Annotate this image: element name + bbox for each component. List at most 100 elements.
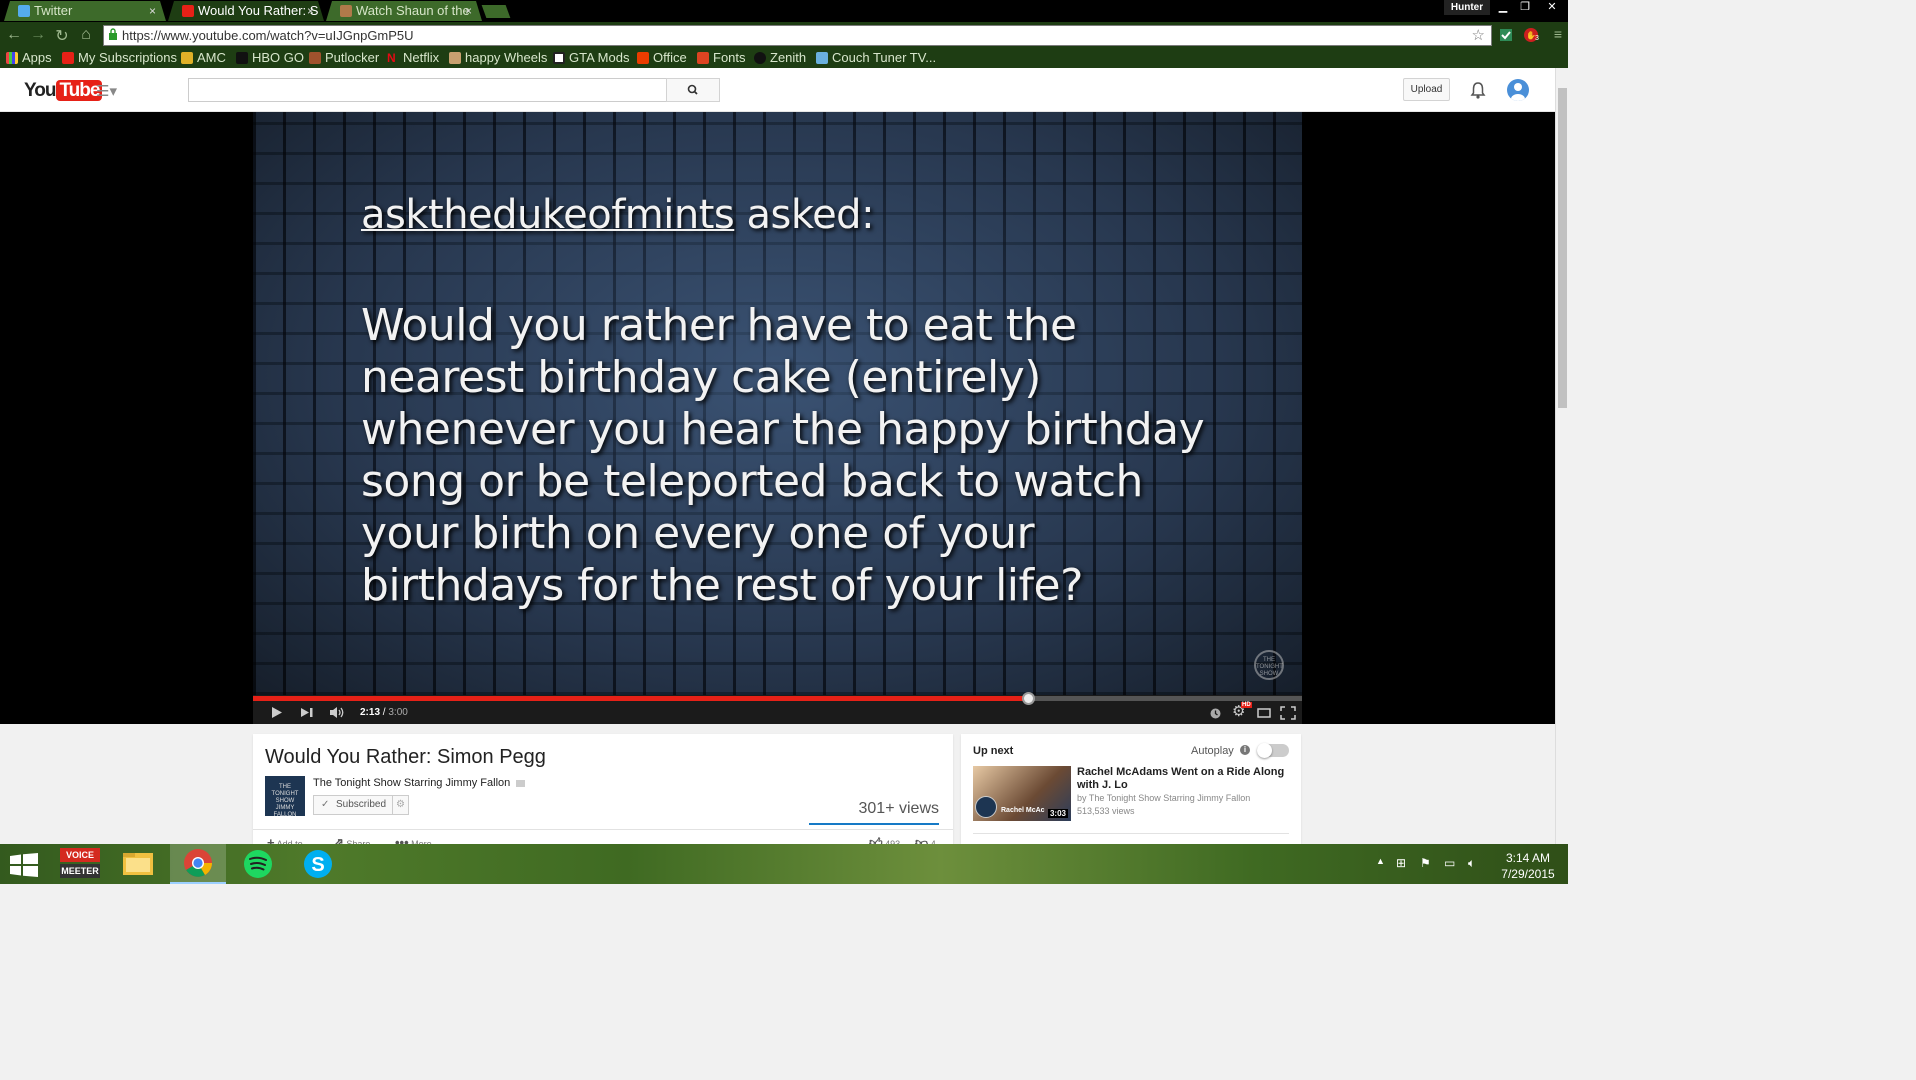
action-center-icon[interactable]: ⚑ — [1420, 856, 1431, 870]
tab-twitter[interactable]: Twitter × — [4, 1, 166, 21]
upload-button[interactable]: Upload — [1403, 78, 1450, 101]
amc-icon — [181, 52, 193, 64]
toggle-knob — [1257, 743, 1272, 758]
subscription-settings-icon[interactable]: ⚙ — [392, 796, 408, 814]
divider — [973, 833, 1289, 834]
tab-shaun[interactable]: Watch Shaun of the × — [326, 1, 482, 21]
youtube-icon — [182, 5, 194, 17]
scrubber-handle[interactable] — [1022, 692, 1036, 705]
tab-label: Watch Shaun of the — [356, 3, 470, 18]
menu-icon[interactable]: ≡ — [1548, 26, 1568, 42]
channel-name[interactable]: The Tonight Show Starring Jimmy Fallon — [313, 777, 526, 789]
volume-icon[interactable] — [329, 706, 346, 719]
bookmark-fonts[interactable]: Fonts — [697, 49, 746, 66]
extension-icon[interactable] — [1498, 27, 1514, 43]
address-bar[interactable]: https://www.youtube.com/watch?v=uIJGnpGm… — [103, 25, 1492, 46]
windows-icon[interactable]: ⊞ — [1396, 856, 1406, 870]
autoplay-toggle[interactable] — [1257, 743, 1289, 758]
info-icon[interactable]: i — [1240, 745, 1250, 755]
zenith-icon — [754, 52, 766, 64]
subscribed-button[interactable]: ✓ Subscribed ⚙ — [313, 795, 409, 815]
video-title: Would You Rather: Simon Pegg — [265, 746, 546, 768]
recommended-video-views: 513,533 views — [1077, 806, 1135, 816]
search-button[interactable] — [666, 78, 720, 102]
page-scrollbar[interactable] — [1555, 68, 1568, 844]
forward-icon[interactable]: → — [28, 26, 48, 44]
adblock-icon[interactable]: ✋ 3 — [1523, 27, 1539, 43]
bookmark-hbo[interactable]: HBO GO — [236, 49, 304, 66]
search-input[interactable] — [188, 78, 667, 102]
progress-bar[interactable] — [253, 692, 1302, 705]
fullscreen-icon[interactable] — [1280, 706, 1296, 720]
close-icon[interactable]: × — [307, 1, 314, 21]
bookmark-gta-mods[interactable]: GTA Mods — [553, 49, 629, 66]
restore-icon[interactable]: ❐ — [1514, 0, 1536, 15]
youtube-logo[interactable]: You Tube — [24, 80, 103, 102]
hd-badge: HD — [1241, 702, 1252, 708]
apps-grid-icon — [6, 52, 18, 64]
bookmark-zenith[interactable]: Zenith — [754, 49, 806, 66]
close-icon[interactable]: × — [465, 1, 472, 21]
voicemeeter-app[interactable]: VOICE MEETER — [52, 844, 108, 884]
search-icon — [687, 84, 698, 95]
svg-text:S: S — [311, 854, 324, 876]
chrome-icon[interactable] — [170, 844, 226, 884]
bookmark-couch-tuner[interactable]: Couch Tuner TV... — [816, 49, 936, 66]
netflix-icon: N — [387, 51, 396, 65]
avatar[interactable] — [1507, 79, 1529, 101]
watch-later-icon[interactable] — [1210, 708, 1221, 719]
theater-mode-icon[interactable] — [1257, 708, 1271, 718]
notifications-bell-icon[interactable] — [1468, 80, 1488, 100]
bookmark-netflix[interactable]: N Netflix — [387, 49, 439, 66]
bookmark-star-icon[interactable]: ☆ — [1472, 26, 1485, 45]
duration-badge: 3:03 — [1047, 809, 1068, 818]
spotify-icon[interactable] — [230, 844, 286, 884]
next-icon[interactable] — [300, 707, 315, 718]
bookmark-amc[interactable]: AMC — [181, 49, 226, 66]
autoplay-label: Autoplay — [1191, 745, 1234, 757]
bookmark-happy-wheels[interactable]: happy Wheels — [449, 49, 547, 66]
hbo-icon — [236, 52, 248, 64]
tab-label: Would You Rather: S — [198, 3, 319, 18]
system-clock[interactable]: 3:14 AM 7/29/2015 — [1494, 850, 1562, 882]
bookmark-putlocker[interactable]: Putlocker — [309, 49, 379, 66]
view-count: 301+ views — [858, 800, 940, 817]
channel-logo-icon — [975, 796, 997, 818]
home-icon[interactable]: ⌂ — [76, 26, 96, 44]
scrollbar-thumb[interactable] — [1558, 88, 1567, 408]
like-ratio-bar — [809, 823, 939, 825]
video-player[interactable]: askthedukeofmints asked: Would you rathe… — [253, 112, 1302, 695]
tab-youtube[interactable]: Would You Rather: S × — [168, 1, 324, 21]
film-icon — [340, 5, 352, 17]
tonight-show-watermark: THE TONIGHT SHOW — [1254, 650, 1284, 680]
guide-menu-icon[interactable]: ☰▾ — [96, 82, 117, 100]
close-icon[interactable]: × — [149, 1, 156, 21]
recommended-video-thumbnail[interactable]: Rachel McAc 3:03 — [973, 766, 1071, 821]
extension-badge: 3 — [1535, 35, 1539, 42]
show-hidden-icons[interactable]: ▲ — [1376, 856, 1385, 866]
bookmark-office[interactable]: Office — [637, 49, 687, 66]
gta-mods-icon — [553, 52, 565, 64]
windows-start-icon[interactable] — [10, 853, 38, 877]
close-window-icon[interactable]: ✕ — [1538, 0, 1566, 15]
bookmark-subscriptions[interactable]: My Subscriptions — [62, 49, 177, 66]
play-icon[interactable] — [270, 706, 283, 719]
tab-label: Twitter — [34, 3, 73, 18]
fonts-icon — [697, 52, 709, 64]
putlocker-icon — [309, 52, 321, 64]
recommended-video-title[interactable]: Rachel McAdams Went on a Ride Along with… — [1077, 766, 1297, 792]
bookmark-apps[interactable]: Apps — [6, 49, 52, 66]
speaker-icon[interactable]: 🔈︎ — [1468, 856, 1475, 871]
back-icon[interactable]: ← — [4, 26, 24, 44]
new-tab-button[interactable] — [481, 5, 511, 18]
skype-icon[interactable]: S — [290, 844, 346, 884]
network-icon[interactable]: ▭ — [1444, 856, 1455, 870]
profile-button[interactable]: Hunter — [1444, 0, 1490, 15]
office-icon — [637, 52, 649, 64]
channel-avatar[interactable]: THE TONIGHT SHOW JIMMY FALLON — [265, 776, 305, 818]
up-next-heading: Up next — [973, 745, 1014, 757]
minimize-icon[interactable]: ▁ — [1492, 0, 1514, 15]
happy-wheels-icon — [449, 52, 461, 64]
file-explorer-icon[interactable] — [110, 844, 166, 884]
reload-icon[interactable]: ↻ — [52, 26, 72, 46]
